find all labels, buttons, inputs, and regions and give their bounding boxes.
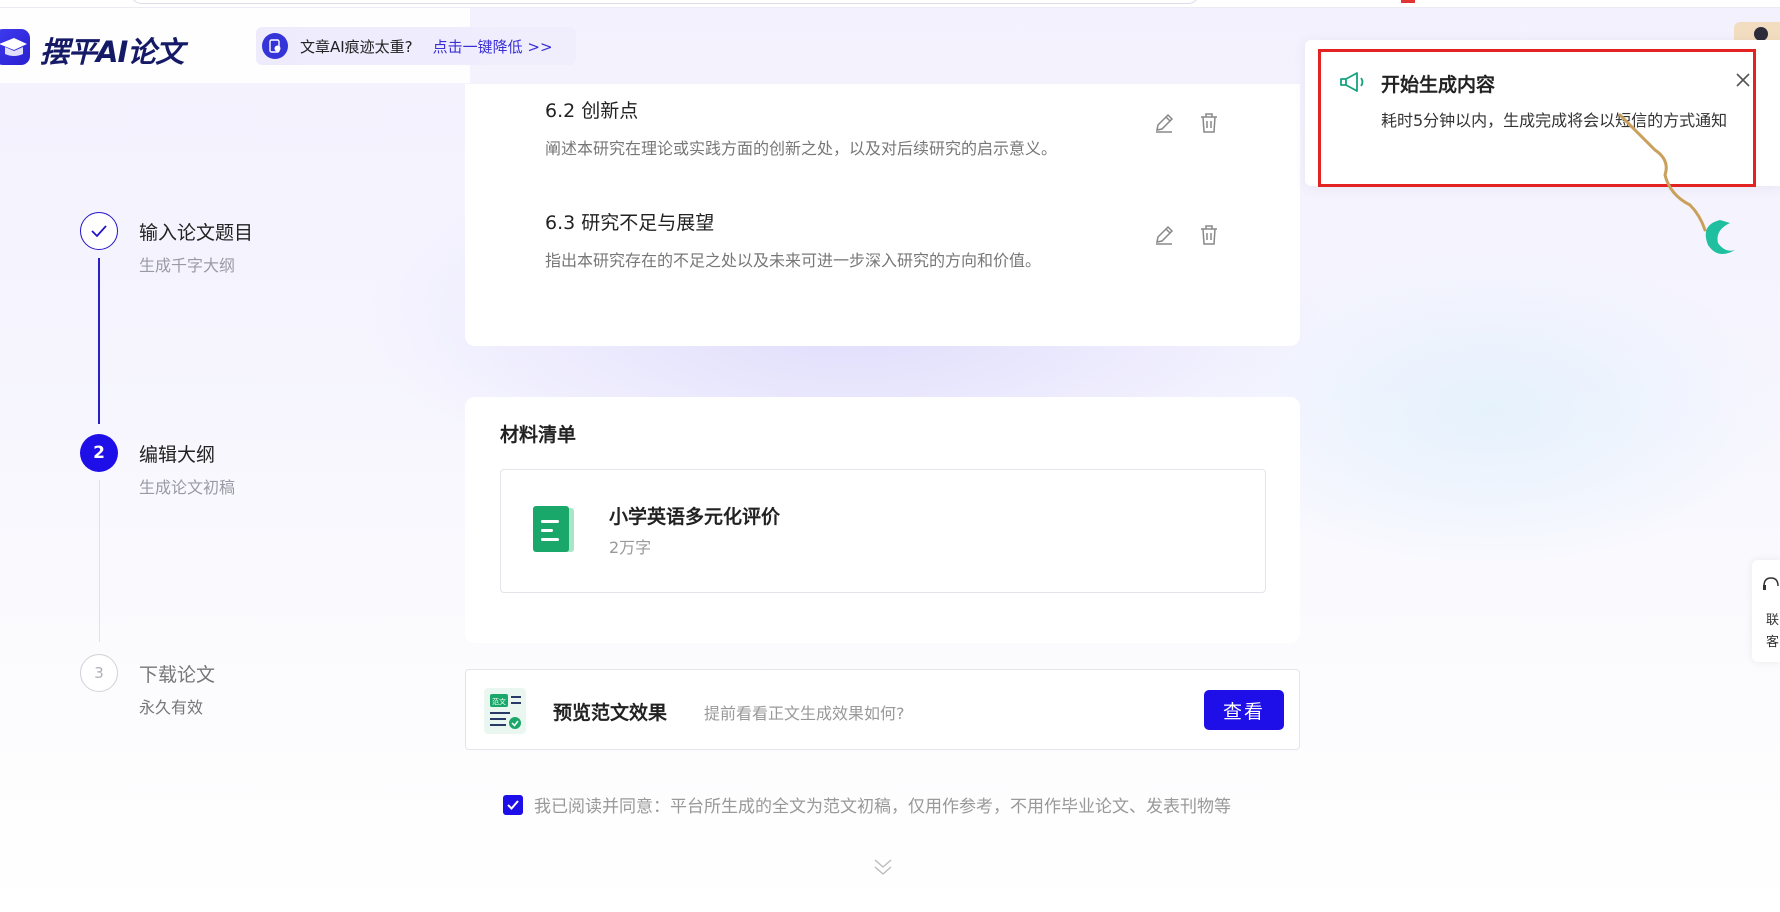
reduce-ai-link[interactable]: 点击一键降低 >> <box>433 36 553 57</box>
document-shield-icon <box>262 33 288 59</box>
checkmark-icon <box>80 212 118 250</box>
headset-icon <box>1762 576 1780 592</box>
outline-item: 6.2 创新点 阐述本研究在理论或实践方面的创新之处，以及对后续研究的启示意义。 <box>545 96 1245 159</box>
ai-trace-notice[interactable]: 文章AI痕迹太重? 点击一键降低 >> <box>256 27 576 65</box>
outline-item-title: 6.3 研究不足与展望 <box>545 212 715 234</box>
agreement-text: 我已阅读并同意：平台所生成的全文为范文初稿，仅用作参考，不用作毕业论文、发表刊物… <box>534 797 1231 817</box>
document-icon <box>530 504 580 554</box>
outline-item-desc: 指出本研究存在的不足之处以及未来可进一步深入研究的方向和价值。 <box>545 251 1042 270</box>
step-title: 编辑大纲 <box>139 444 216 466</box>
megaphone-icon <box>1339 70 1365 94</box>
delete-trash-icon[interactable] <box>1197 223 1221 247</box>
material-item[interactable]: 小学英语多元化评价 2万字 <box>500 469 1266 593</box>
outline-item-desc: 阐述本研究在理论或实践方面的创新之处，以及对后续研究的启示意义。 <box>545 139 1058 158</box>
close-icon[interactable] <box>1734 71 1752 89</box>
step-connector-done <box>98 258 100 424</box>
browser-top-strip <box>0 0 1780 8</box>
outline-item: 6.3 研究不足与展望 指出本研究存在的不足之处以及未来可进一步深入研究的方向和… <box>545 208 1245 271</box>
agreement-checkbox[interactable] <box>503 794 523 815</box>
red-marker <box>1401 0 1415 3</box>
decorative-comet <box>1600 105 1780 265</box>
step-title: 输入论文题目 <box>139 222 254 244</box>
notice-text: 文章AI痕迹太重? <box>300 37 413 56</box>
step-connector-pending <box>99 480 100 642</box>
address-pill <box>130 0 1200 4</box>
materials-title: 材料清单 <box>500 424 577 446</box>
contact-service-tab[interactable]: 联客 <box>1752 560 1780 662</box>
toast-title: 开始生成内容 <box>1381 74 1496 96</box>
graduation-cap-logo-icon[interactable] <box>0 29 30 65</box>
outline-item-title: 6.2 创新点 <box>545 100 639 122</box>
delete-trash-icon[interactable] <box>1197 111 1221 135</box>
svg-text:范文: 范文 <box>492 697 506 706</box>
material-name: 小学英语多元化评价 <box>609 506 781 528</box>
step-number: 2 <box>80 434 118 472</box>
preview-desc: 提前看看正文生成效果如何? <box>704 704 905 723</box>
edit-pencil-icon[interactable] <box>1152 223 1176 247</box>
materials-card: 材料清单 小学英语多元化评价 2万字 <box>465 397 1300 643</box>
material-size: 2万字 <box>609 538 652 557</box>
agreement-row: 我已阅读并同意：平台所生成的全文为范文初稿，仅用作参考，不用作毕业论文、发表刊物… <box>503 792 1231 817</box>
logo-text[interactable]: 摆平AI论文 <box>40 29 184 71</box>
preview-sample-bar: 范文 预览范文效果 提前看看正文生成效果如何? 查看 <box>465 669 1300 750</box>
view-button[interactable]: 查看 <box>1204 690 1284 730</box>
outline-card: 6.2 创新点 阐述本研究在理论或实践方面的创新之处，以及对后续研究的启示意义。… <box>465 84 1300 346</box>
sample-doc-icon: 范文 <box>484 688 526 734</box>
step-title: 下载论文 <box>139 664 216 686</box>
preview-title: 预览范文效果 <box>553 702 668 724</box>
step-subtitle: 生成千字大纲 <box>139 256 236 275</box>
edit-pencil-icon[interactable] <box>1152 111 1176 135</box>
contact-label: 联客 <box>1766 613 1780 650</box>
step-subtitle: 生成论文初稿 <box>139 478 236 497</box>
chevron-down-icon[interactable] <box>872 857 894 877</box>
step-subtitle: 永久有效 <box>139 698 204 717</box>
step-number: 3 <box>80 654 118 692</box>
